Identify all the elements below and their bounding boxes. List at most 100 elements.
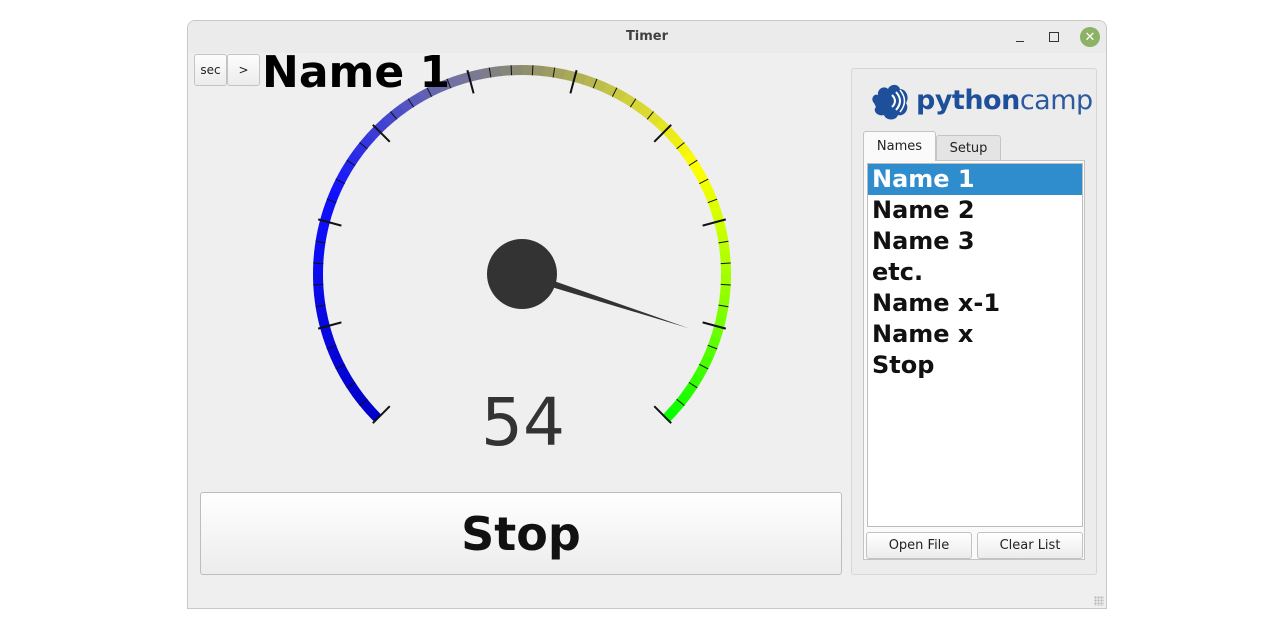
side-panel: pythoncamp Setup Names Name 1 Name 2 Nam… (851, 68, 1097, 575)
gauge-arc-segment (326, 187, 341, 203)
gauge-arc-segment (688, 373, 703, 389)
tab-names[interactable]: Names (863, 131, 936, 161)
gauge-value-label: 54 (481, 384, 565, 461)
list-item[interactable]: Name x (868, 319, 1082, 350)
gauge-arc-segment (703, 345, 718, 361)
gauge-arc-segment (359, 133, 375, 149)
gauge-arc-segment (314, 293, 326, 307)
list-item[interactable]: Name 2 (868, 195, 1082, 226)
list-item[interactable]: etc. (868, 257, 1082, 288)
gauge-arc-segment (699, 179, 714, 195)
names-list[interactable]: Name 1 Name 2 Name 3 etc. Name x-1 Name … (867, 163, 1083, 527)
close-icon: ✕ (1084, 29, 1096, 45)
gauge-arc-segment (330, 353, 345, 369)
next-name-button[interactable]: > (227, 54, 260, 86)
gauge-arc-segment (322, 334, 337, 349)
gauge-arc-segment (647, 111, 663, 127)
gauge-arc-segment (382, 110, 398, 127)
gauge-arc-segment (707, 199, 722, 214)
list-item[interactable]: Name 3 (868, 226, 1082, 257)
gauge-arc-segment (317, 314, 330, 329)
gauge-arc-segment (365, 406, 382, 422)
gauge-arc-segment (335, 168, 351, 184)
current-name-label: Name 1 (262, 47, 451, 98)
gauge-hub (487, 239, 557, 309)
minimize-button[interactable] (1010, 27, 1030, 47)
gauge-arc-segment (612, 87, 628, 103)
gauge-arc-segment (573, 72, 588, 86)
gauge-arc-segment (682, 151, 698, 167)
stop-button[interactable]: Stop (200, 492, 842, 575)
gauge-arc-segment (593, 78, 609, 93)
pythoncamp-logo-icon (872, 84, 908, 120)
gauge-arc-segment (716, 305, 729, 319)
gauge-arc-segment (467, 69, 482, 82)
gauge-arc-segment (331, 178, 346, 194)
gauge-arc-segment (346, 381, 362, 397)
gauge-arc-segment (716, 230, 729, 244)
gauge-arc-segment (694, 169, 709, 185)
timer-window: Timer ✕ sec > Name 1 54 Stop pythoncamp … (187, 20, 1107, 609)
gauge-arc-segment (352, 390, 368, 406)
gauge-arc-segment (602, 83, 618, 98)
list-item[interactable]: Name 1 (868, 164, 1082, 195)
gauge-minor-tick (313, 283, 324, 286)
gauge-arc-segment (315, 229, 328, 243)
gauge-arc-segment (638, 104, 655, 121)
gauge-minor-tick (510, 65, 513, 76)
gauge-arc-segment (662, 126, 679, 142)
gauge-arc-segment (703, 188, 718, 204)
gauge-arc-segment (352, 141, 369, 158)
gauge-arc-segment (553, 67, 567, 80)
gauge-arc-segment (621, 93, 637, 108)
maximize-icon (1049, 32, 1059, 42)
gauge-arc-segment (719, 252, 731, 265)
gauge-arc-segment (478, 67, 492, 80)
gauge-arc-segment (346, 150, 362, 166)
gauge-minor-tick (720, 262, 731, 265)
list-item[interactable]: Stop (868, 350, 1082, 381)
gauge-arc-segment (323, 198, 337, 213)
gauge-arc-segment (326, 344, 341, 360)
gauge-arc-segment (313, 283, 325, 296)
gauge-arc-segment (500, 65, 513, 77)
gauge-arc-segment (341, 159, 356, 175)
minimize-icon (1016, 40, 1024, 42)
gauge-arc-segment (675, 390, 692, 407)
gauge-arc-segment (718, 294, 730, 308)
gauge-arc-segment (676, 142, 692, 158)
gauge-arc-segment (710, 325, 724, 340)
pythoncamp-logo: pythoncamp (868, 81, 1093, 121)
gauge-arc-segment (542, 66, 556, 78)
gauge-arc-segment (682, 382, 698, 398)
open-file-button[interactable]: Open File (866, 532, 972, 559)
gauge-minor-tick (531, 65, 534, 76)
resize-grip[interactable] (1094, 596, 1104, 606)
list-item[interactable]: Name x-1 (868, 288, 1082, 319)
gauge-arc-segment (340, 372, 356, 388)
gauge-arc-segment (390, 104, 406, 120)
clear-list-button[interactable]: Clear List (977, 532, 1083, 559)
gauge-arc-segment (399, 98, 415, 114)
gauge-arc-segment (532, 65, 545, 77)
logo-text: pythoncamp (916, 85, 1093, 116)
gauge-arc-segment (315, 304, 328, 318)
tab-setup[interactable]: Setup (936, 135, 1001, 160)
gauge-arc-segment (489, 66, 503, 78)
gauge-arc-segment (688, 160, 704, 176)
gauge-arc-segment (669, 399, 685, 415)
gauge-arc-segment (714, 219, 727, 234)
maximize-button[interactable] (1044, 27, 1064, 47)
unit-toggle-button[interactable]: sec (194, 54, 227, 86)
gauge-arc-segment (630, 98, 646, 114)
gauge-arc-segment (583, 75, 598, 89)
gauge-arc-segment (718, 241, 730, 255)
close-button[interactable]: ✕ (1080, 27, 1100, 47)
gauge-arc-segment (707, 335, 721, 350)
gauge-arc-segment (669, 134, 686, 150)
gauge-arc-segment (698, 354, 713, 370)
gauge-arc-segment (374, 117, 390, 134)
gauge-arc-segment (313, 251, 325, 264)
gauge-needle (487, 239, 689, 329)
gauge-arc-segment (320, 208, 334, 223)
